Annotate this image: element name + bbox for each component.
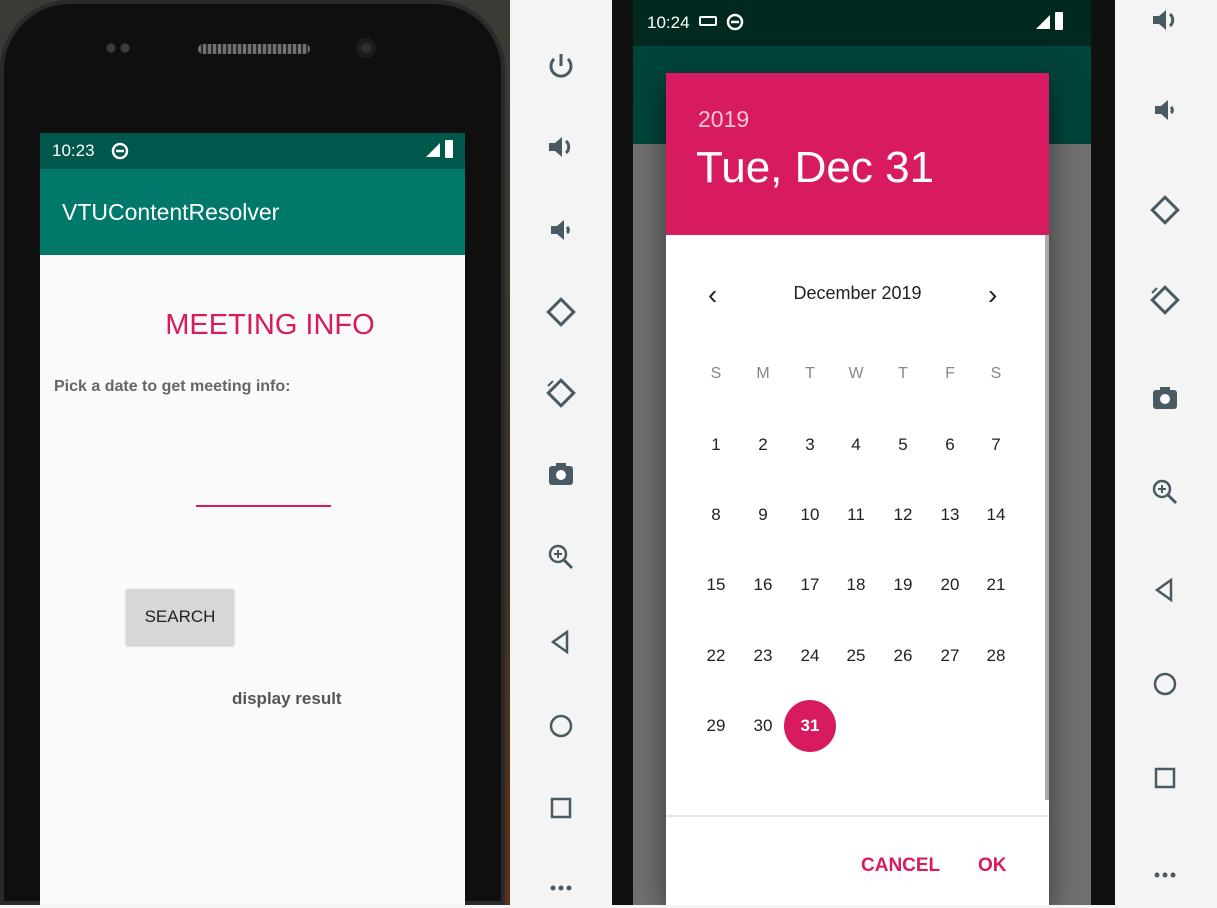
zoom-icon[interactable] [1145, 472, 1185, 512]
chevron-right-icon[interactable]: › [988, 279, 997, 311]
earpiece-speaker [198, 44, 310, 54]
home-icon[interactable] [1145, 664, 1185, 704]
calendar-day[interactable]: 20 [926, 561, 974, 609]
volume-down-icon[interactable] [1145, 90, 1185, 130]
weekday-label: T [805, 365, 815, 382]
camera-icon[interactable] [541, 454, 581, 494]
rotate-left-icon[interactable] [541, 292, 581, 332]
calendar-day-selected[interactable]: 31 [784, 700, 836, 752]
volume-up-icon[interactable] [541, 127, 581, 167]
calendar-day[interactable]: 28 [972, 632, 1020, 680]
back-icon[interactable] [1145, 570, 1185, 610]
ok-button[interactable]: OK [978, 855, 1007, 877]
calendar-day[interactable]: 5 [879, 421, 927, 469]
emulator-toolbar-right [1115, 0, 1217, 905]
date-picker-dialog: 2019 Tue, Dec 31 ‹ December 2019 › S M T… [666, 73, 1049, 905]
signal-icon [425, 142, 441, 163]
weekday-label: T [898, 365, 908, 382]
calendar-day[interactable]: 17 [786, 561, 834, 609]
calendar-day[interactable]: 7 [972, 421, 1020, 469]
dialog-divider [666, 815, 1049, 817]
overview-icon[interactable] [1145, 758, 1185, 798]
page-title: MEETING INFO [165, 309, 375, 341]
calendar-scrollbar[interactable] [1045, 235, 1049, 800]
calendar-day[interactable]: 30 [739, 702, 787, 750]
date-input-field[interactable] [196, 505, 331, 507]
front-camera [356, 38, 376, 58]
proximity-sensor [105, 41, 133, 55]
camera-icon[interactable] [1145, 378, 1185, 418]
emulator-toolbar-left [510, 0, 612, 905]
calendar-day[interactable]: 16 [739, 561, 787, 609]
rotate-right-icon[interactable] [541, 373, 581, 413]
calendar-day[interactable]: 3 [786, 421, 834, 469]
rotate-left-icon[interactable] [1145, 190, 1185, 230]
calendar-day[interactable]: 11 [832, 491, 880, 539]
calendar-day[interactable]: 23 [739, 632, 787, 680]
calendar-day[interactable]: 12 [879, 491, 927, 539]
weekday-label: M [756, 365, 770, 382]
calendar-day[interactable]: 29 [692, 702, 740, 750]
app-title: VTUContentResolver [62, 199, 280, 225]
data-saver-icon [725, 12, 745, 37]
more-icon[interactable] [1145, 855, 1185, 895]
calendar-day[interactable]: 1 [692, 421, 740, 469]
calendar-day[interactable]: 14 [972, 491, 1020, 539]
search-button[interactable]: SEARCH [126, 589, 234, 645]
weekday-label: W [848, 365, 864, 382]
result-text: display result [232, 689, 342, 708]
keyboard-icon [699, 16, 717, 26]
calendar-day[interactable]: 9 [739, 491, 787, 539]
status-bar: 10:23 [40, 133, 465, 169]
weekday-label: S [710, 365, 722, 382]
year-selector[interactable]: 2019 [698, 106, 749, 133]
zoom-icon[interactable] [541, 537, 581, 577]
calendar-day[interactable]: 21 [972, 561, 1020, 609]
status-time: 10:24 [647, 13, 690, 32]
back-icon[interactable] [541, 622, 581, 662]
calendar-day[interactable]: 4 [832, 421, 880, 469]
overview-icon[interactable] [541, 788, 581, 828]
cancel-button[interactable]: CANCEL [861, 855, 940, 877]
calendar-day[interactable]: 22 [692, 632, 740, 680]
calendar-day[interactable]: 10 [786, 491, 834, 539]
calendar-day[interactable]: 19 [879, 561, 927, 609]
more-icon[interactable] [541, 868, 581, 908]
calendar-day[interactable]: 18 [832, 561, 880, 609]
app-screen-right: 10:24 2019 Tue, Dec 31 ‹ December 2019 ›… [633, 0, 1091, 905]
calendar-day[interactable]: 15 [692, 561, 740, 609]
volume-down-icon[interactable] [541, 210, 581, 250]
weekday-label: F [945, 365, 955, 382]
app-toolbar: VTUContentResolver [40, 169, 465, 255]
calendar-day[interactable]: 26 [879, 632, 927, 680]
app-screen-left: 10:23 VTUContentResolver MEETING INFO Pi… [40, 133, 465, 905]
calendar-day[interactable]: 24 [786, 632, 834, 680]
calendar-day[interactable]: 25 [832, 632, 880, 680]
rotate-right-icon[interactable] [1145, 280, 1185, 320]
home-icon[interactable] [541, 706, 581, 746]
selected-date-label: Tue, Dec 31 [696, 143, 935, 192]
calendar-day[interactable]: 27 [926, 632, 974, 680]
data-saver-icon [110, 141, 130, 166]
power-icon[interactable] [541, 46, 581, 86]
weekday-label: S [990, 365, 1002, 382]
status-bar: 10:24 [633, 0, 1091, 46]
volume-up-icon[interactable] [1145, 0, 1185, 40]
calendar-day[interactable]: 6 [926, 421, 974, 469]
battery-icon [445, 140, 453, 158]
calendar-day[interactable]: 13 [926, 491, 974, 539]
calendar-day[interactable]: 2 [739, 421, 787, 469]
date-prompt-label: Pick a date to get meeting info: [54, 378, 291, 395]
date-picker-header: 2019 Tue, Dec 31 [666, 73, 1049, 235]
battery-icon [1055, 12, 1063, 30]
status-time: 10:23 [52, 141, 95, 160]
calendar-day[interactable]: 8 [692, 491, 740, 539]
signal-icon [1035, 14, 1051, 35]
